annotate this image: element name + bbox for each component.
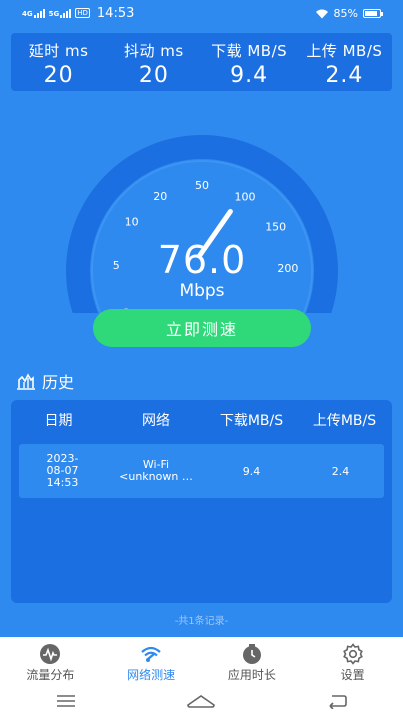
table-row[interactable]: 2023- 08-07 14:53 Wi-Fi <unknown … 9.4 2… xyxy=(19,444,384,498)
gauge-tick-label: 10 xyxy=(125,216,139,229)
battery-icon xyxy=(363,8,383,18)
metric-upload: 上传 MB/S 2.4 xyxy=(297,33,392,91)
metric-latency: 延时 ms 20 xyxy=(11,33,106,91)
column-header-upload: 上传MB/S xyxy=(312,413,377,429)
system-nav-bar xyxy=(0,683,403,718)
bottom-nav: 流量分布 网络测速 应用时长 设置 xyxy=(0,637,403,683)
battery-percent: 85% xyxy=(333,6,358,20)
column-header-network: 网络 xyxy=(142,413,170,429)
status-left: 4G 5G HD 14:53 xyxy=(22,6,134,21)
gauge-tick-label: 20 xyxy=(153,190,167,203)
chart-icon xyxy=(17,373,35,390)
date-line: 14:53 xyxy=(46,476,79,489)
home-icon[interactable] xyxy=(186,693,216,709)
metric-download: 下载 MB/S 9.4 xyxy=(202,33,297,91)
metric-label: 延时 ms xyxy=(28,42,89,60)
gear-icon xyxy=(342,643,364,665)
cell-upload: 2.4 xyxy=(331,464,350,478)
menu-icon[interactable] xyxy=(55,694,77,708)
status-right: 85% xyxy=(315,6,383,20)
back-icon[interactable] xyxy=(326,693,348,709)
column-header-date: 日期 xyxy=(44,413,73,429)
nav-label: 网络测速 xyxy=(127,668,176,682)
metric-value: 9.4 xyxy=(230,63,269,88)
speed-gauge: 015102050100150200 76.0 Mbps xyxy=(66,133,338,313)
metric-value: 2.4 xyxy=(325,63,364,88)
history-panel: 日期 网络 下载MB/S 上传MB/S 2023- 08-07 14:53 Wi… xyxy=(11,400,392,603)
signal-bars-icon xyxy=(33,8,45,18)
nav-item-speed-test[interactable]: 网络测速 xyxy=(101,637,202,683)
metric-value: 20 xyxy=(43,63,74,88)
pulse-icon xyxy=(39,643,61,665)
wifi-icon xyxy=(140,643,162,665)
gauge-tick-label: 150 xyxy=(265,221,286,234)
metric-label: 下载 MB/S xyxy=(211,42,288,60)
cell-network: Wi-Fi <unknown … xyxy=(106,459,206,483)
history-header: 历史 xyxy=(16,369,74,393)
nav-item-traffic[interactable]: 流量分布 xyxy=(0,637,101,683)
nav-item-settings[interactable]: 设置 xyxy=(302,637,403,683)
cell-date: 2023- 08-07 14:53 xyxy=(19,453,106,489)
clock-icon xyxy=(241,643,263,665)
signal-bars-icon xyxy=(60,8,72,18)
metric-value: 20 xyxy=(138,63,169,88)
metric-label: 抖动 ms xyxy=(124,42,184,60)
app-screen: 4G 5G HD 14:53 85% 延时 ms 20 抖动 ms 20 下载 … xyxy=(0,0,403,637)
signal-1-label: 4G xyxy=(22,10,33,18)
hd-badge: HD xyxy=(75,8,90,18)
nav-label: 流量分布 xyxy=(26,668,75,682)
signal-2-label: 5G xyxy=(48,10,60,18)
gauge-tick-label: 50 xyxy=(195,179,209,192)
gauge-speed-unit: Mbps xyxy=(179,281,225,301)
status-time: 14:53 xyxy=(96,5,135,21)
wifi-status-icon xyxy=(315,9,328,18)
history-title: 历史 xyxy=(42,373,75,392)
signal-2: 5G xyxy=(49,8,72,18)
nav-item-app-usage[interactable]: 应用时长 xyxy=(202,637,303,683)
record-count: -共1条记录- xyxy=(174,616,229,627)
gauge-tick-label: 100 xyxy=(235,191,256,204)
history-table-header: 日期 网络 下载MB/S 上传MB/S xyxy=(11,410,392,430)
signal-1: 4G xyxy=(22,8,45,18)
status-bar: 4G 5G HD 14:53 85% xyxy=(0,0,403,26)
metric-label: 上传 MB/S xyxy=(306,42,383,60)
network-name: <unknown … xyxy=(119,470,193,483)
nav-label: 应用时长 xyxy=(227,668,276,682)
metrics-panel: 延时 ms 20 抖动 ms 20 下载 MB/S 9.4 上传 MB/S 2.… xyxy=(11,33,392,91)
column-header-download: 下载MB/S xyxy=(219,413,284,429)
start-test-button[interactable]: 立即测速 xyxy=(93,309,311,347)
gauge-speed-value: 76.0 xyxy=(157,238,247,282)
cell-download: 9.4 xyxy=(242,464,261,478)
nav-label: 设置 xyxy=(340,668,365,682)
metric-jitter: 抖动 ms 20 xyxy=(106,33,201,91)
